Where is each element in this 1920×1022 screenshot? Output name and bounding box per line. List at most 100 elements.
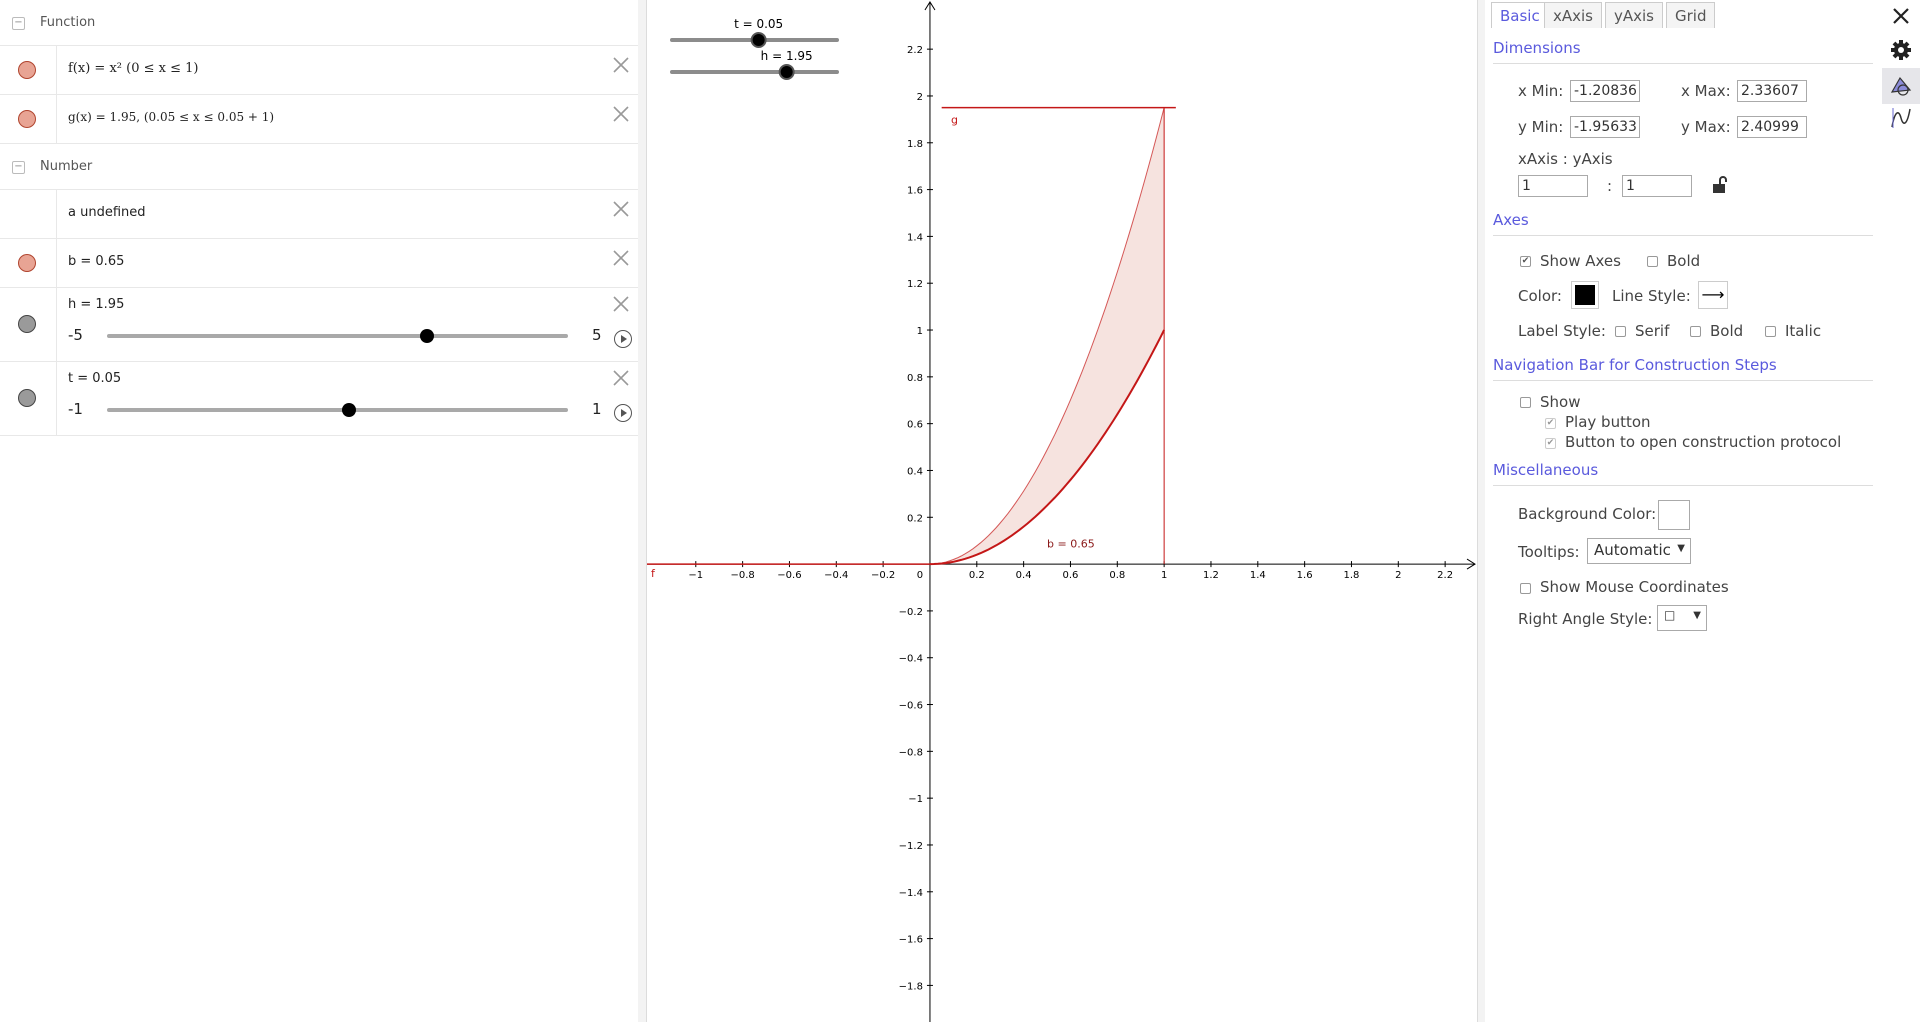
collapse-icon[interactable]: −	[12, 161, 25, 174]
line-style-button[interactable]: ⟶	[1698, 281, 1728, 309]
ratio-x-input[interactable]	[1518, 175, 1588, 197]
tab-yaxis[interactable]: yAxis	[1605, 2, 1663, 28]
x-tick-label: 1.6	[1297, 570, 1313, 581]
graphics-slider-h-thumb[interactable]	[778, 64, 795, 80]
delete-icon[interactable]	[612, 200, 630, 218]
ratio-y-input[interactable]	[1622, 175, 1692, 197]
unlock-icon[interactable]	[1711, 176, 1727, 194]
play-icon[interactable]	[614, 330, 632, 348]
bold-axes-label: Bold	[1667, 252, 1701, 270]
nav-show-label: Show	[1540, 393, 1581, 411]
visibility-toggle-t[interactable]	[18, 389, 36, 407]
xmax-input[interactable]	[1737, 80, 1807, 102]
area-between-f-and-g[interactable]	[930, 107, 1165, 565]
group-header-number[interactable]: − Number	[0, 144, 638, 190]
label-b[interactable]: b = 0.65	[1047, 538, 1095, 551]
label-bold-checkbox[interactable]	[1690, 326, 1701, 337]
graphics-view-icon[interactable]	[1889, 74, 1913, 98]
delete-icon[interactable]	[612, 105, 630, 123]
serif-label: Serif	[1635, 322, 1670, 340]
right-angle-select[interactable]: □ ▼	[1657, 605, 1707, 631]
nav-show-checkbox[interactable]	[1520, 397, 1531, 408]
algebra-item-b[interactable]: b = 0.65	[0, 239, 638, 288]
show-axes-label: Show Axes	[1540, 252, 1621, 270]
slider-thumb-t[interactable]	[342, 403, 357, 417]
axis-color-swatch[interactable]	[1571, 281, 1599, 309]
definition-b[interactable]: b = 0.65	[68, 254, 124, 269]
axis-ratio-label: xAxis : yAxis	[1518, 150, 1613, 168]
graphics-slider-t-thumb[interactable]	[750, 32, 767, 48]
show-axes-checkbox[interactable]: ✔	[1520, 256, 1531, 267]
close-icon[interactable]	[1889, 4, 1913, 28]
definition-t[interactable]: t = 0.05	[68, 371, 121, 386]
graphics-slider-t[interactable]: t = 0.05	[670, 17, 839, 48]
tooltips-label: Tooltips:	[1518, 543, 1580, 561]
visibility-toggle-f[interactable]	[18, 61, 36, 79]
definition-a[interactable]: a undefined	[68, 205, 146, 220]
y-tick-label: 1.4	[907, 232, 923, 243]
group-header-function[interactable]: − Function	[0, 0, 638, 46]
delete-icon[interactable]	[612, 249, 630, 267]
definition-f[interactable]: f(x) = x² (0 ≤ x ≤ 1)	[68, 61, 198, 76]
tab-basic[interactable]: Basic	[1491, 2, 1549, 28]
algebra-item-f[interactable]: f(x) = x² (0 ≤ x ≤ 1)	[0, 46, 638, 95]
mouse-coords-checkbox[interactable]	[1520, 583, 1531, 594]
delete-icon[interactable]	[612, 369, 630, 387]
panel-splitter[interactable]	[638, 0, 647, 1022]
x-tick-label: −1	[688, 570, 703, 581]
slider-track-h[interactable]	[107, 334, 568, 338]
delete-icon[interactable]	[612, 295, 630, 313]
visibility-toggle-g[interactable]	[18, 110, 36, 128]
serif-checkbox[interactable]	[1615, 326, 1626, 337]
nav-protocol-checkbox[interactable]: ✔	[1545, 438, 1556, 449]
tooltips-select[interactable]: Automatic ▼	[1587, 538, 1691, 564]
visibility-toggle-b[interactable]	[18, 254, 36, 272]
y-tick-label: 1	[917, 326, 923, 337]
x-tick-label: −0.4	[824, 570, 848, 581]
visibility-marker	[0, 95, 57, 143]
algebra-item-h[interactable]: h = 1.95 -5 5	[0, 288, 638, 362]
nav-play-checkbox[interactable]: ✔	[1545, 418, 1556, 429]
label-g[interactable]: g	[951, 114, 958, 127]
bg-color-swatch[interactable]	[1658, 500, 1690, 530]
section-navigation: Navigation Bar for Construction Steps	[1493, 356, 1777, 374]
definition-g[interactable]: g(x) = 1.95, (0.05 ≤ x ≤ 0.05 + 1)	[68, 110, 274, 124]
xmin-input[interactable]	[1570, 80, 1640, 102]
visibility-toggle-h[interactable]	[18, 315, 36, 333]
delete-icon[interactable]	[612, 56, 630, 74]
definition-h[interactable]: h = 1.95	[68, 297, 124, 312]
y-tick-label: −1.4	[899, 888, 923, 899]
ymin-input[interactable]	[1570, 116, 1640, 138]
tab-xaxis[interactable]: xAxis	[1544, 2, 1602, 28]
x-tick-label: −0.6	[777, 570, 801, 581]
y-tick-label: 1.6	[907, 186, 923, 197]
x-tick-label: 1.2	[1203, 570, 1219, 581]
slider-max-t: 1	[592, 400, 602, 418]
gear-icon[interactable]	[1889, 38, 1913, 62]
ymax-input[interactable]	[1737, 116, 1807, 138]
slider-thumb-h[interactable]	[420, 329, 435, 343]
section-dimensions: Dimensions	[1493, 39, 1581, 57]
italic-checkbox[interactable]	[1765, 326, 1776, 337]
tab-grid[interactable]: Grid	[1666, 2, 1716, 28]
label-style-label: Label Style:	[1518, 322, 1606, 340]
graphics-view[interactable]: −1 −0.8 −0.6 −0.4 −0.2 0 0.2 0.4 0.6 0.8 1 1.2 1.4 1.…	[647, 0, 1477, 1022]
collapse-icon[interactable]: −	[12, 17, 25, 30]
mouse-coords-label: Show Mouse Coordinates	[1540, 578, 1729, 596]
algebra-item-g[interactable]: g(x) = 1.95, (0.05 ≤ x ≤ 0.05 + 1)	[0, 95, 638, 144]
slider-track-t[interactable]	[107, 408, 568, 412]
play-icon[interactable]	[614, 404, 632, 422]
x-tick-label: 2	[1395, 570, 1401, 581]
graphics-slider-h[interactable]: h = 1.95	[670, 49, 839, 80]
algebra-item-t[interactable]: t = 0.05 -1 1	[0, 362, 638, 436]
line-style-label: Line Style:	[1612, 287, 1691, 305]
label-f[interactable]: f	[651, 567, 656, 580]
algebra-item-a[interactable]: a undefined	[0, 190, 638, 239]
label-bold-label: Bold	[1710, 322, 1744, 340]
x-tick-label: 1.4	[1250, 570, 1266, 581]
bold-axes-checkbox[interactable]	[1647, 256, 1658, 267]
y-tick-label: 0.4	[907, 466, 923, 477]
function-graph-icon[interactable]	[1889, 106, 1913, 130]
x-tick-label: −0.2	[871, 570, 895, 581]
graphics-canvas[interactable]: −1 −0.8 −0.6 −0.4 −0.2 0 0.2 0.4 0.6 0.8 1 1.2 1.4 1.…	[647, 0, 1477, 1022]
